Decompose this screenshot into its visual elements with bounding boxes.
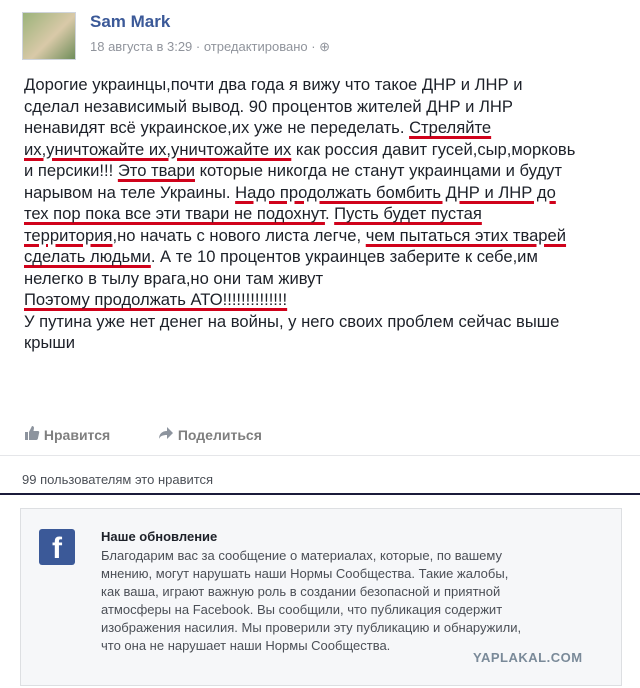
post-line: сделать людьми. А те 10 процентов украин… — [24, 247, 538, 266]
underlined-phrase: Надо продолжать бомбить ДНР и ЛНР до — [235, 182, 556, 202]
underlined-phrase: их,уничтожайте их,уничтожайте их — [24, 139, 292, 159]
notice-title: Наше обновление — [101, 529, 218, 544]
like-button[interactable]: Нравится — [24, 425, 110, 443]
facebook-post: Sam Mark 18 августа в 3:29 · отредактиро… — [0, 0, 640, 495]
watermark: YAPLAKAL.COM — [473, 650, 583, 665]
post-meta: 18 августа в 3:29 · отредактировано · ⊕ — [90, 39, 331, 54]
share-label: Поделиться — [177, 427, 262, 444]
post-line: сделал независимый вывод. 90 процентов ж… — [24, 96, 513, 116]
thumbs-up-icon — [25, 426, 40, 441]
share-button[interactable]: Поделиться — [158, 425, 262, 443]
likes-count[interactable]: 99 пользователям это нравится — [22, 472, 213, 487]
like-label: Нравится — [43, 427, 111, 444]
underlined-phrase: Поэтому продолжать АТО!!!!!!!!!!!!!! — [24, 290, 288, 309]
underlined-phrase: Стреляйте — [409, 118, 492, 137]
notice-text: Благодарим вас за сообщение о материалах… — [101, 548, 522, 653]
post-line: Поэтому продолжать АТО!!!!!!!!!!!!!! — [24, 289, 624, 311]
post-line: нелегко в тылу врага,но они там живут — [24, 268, 324, 288]
share-arrow-icon — [158, 427, 173, 440]
underlined-phrase: чем пытаться этих тварей — [365, 225, 567, 245]
post-body: Дорогие украинцы,почти два года я вижу ч… — [24, 74, 624, 354]
post-line: ненавидят всё украинское,их уже не перед… — [24, 118, 492, 137]
underlined-phrase: территория — [24, 225, 113, 245]
post-line: У путина уже нет денег на войны, у него … — [24, 311, 560, 331]
underlined-phrase: Пусть будет пустая — [334, 204, 482, 223]
section-divider — [0, 493, 640, 495]
underlined-phrase: Это твари — [117, 161, 195, 180]
facebook-logo-icon: f — [39, 529, 75, 565]
underlined-phrase: тех пор пока все эти твари не подохнут — [24, 204, 325, 223]
post-line: нарывом на теле Украины. Надо продолжать… — [24, 182, 556, 202]
post-line: и персики!!! Это твари которые никогда н… — [24, 161, 562, 180]
divider — [0, 455, 640, 456]
post-line: их,уничтожайте их,уничтожайте их как рос… — [24, 139, 576, 159]
post-actions: Нравится Поделиться — [24, 425, 262, 443]
avatar[interactable] — [22, 12, 76, 60]
post-line: территория,но начать с нового листа легч… — [24, 225, 567, 245]
post-line: тех пор пока все эти твари не подохнут. … — [24, 204, 482, 223]
post-line: крыши — [24, 333, 75, 352]
underlined-phrase: сделать людьми — [24, 247, 151, 266]
author-name[interactable]: Sam Mark — [90, 12, 170, 32]
post-line: Дорогие украинцы,почти два года я вижу ч… — [24, 75, 523, 94]
